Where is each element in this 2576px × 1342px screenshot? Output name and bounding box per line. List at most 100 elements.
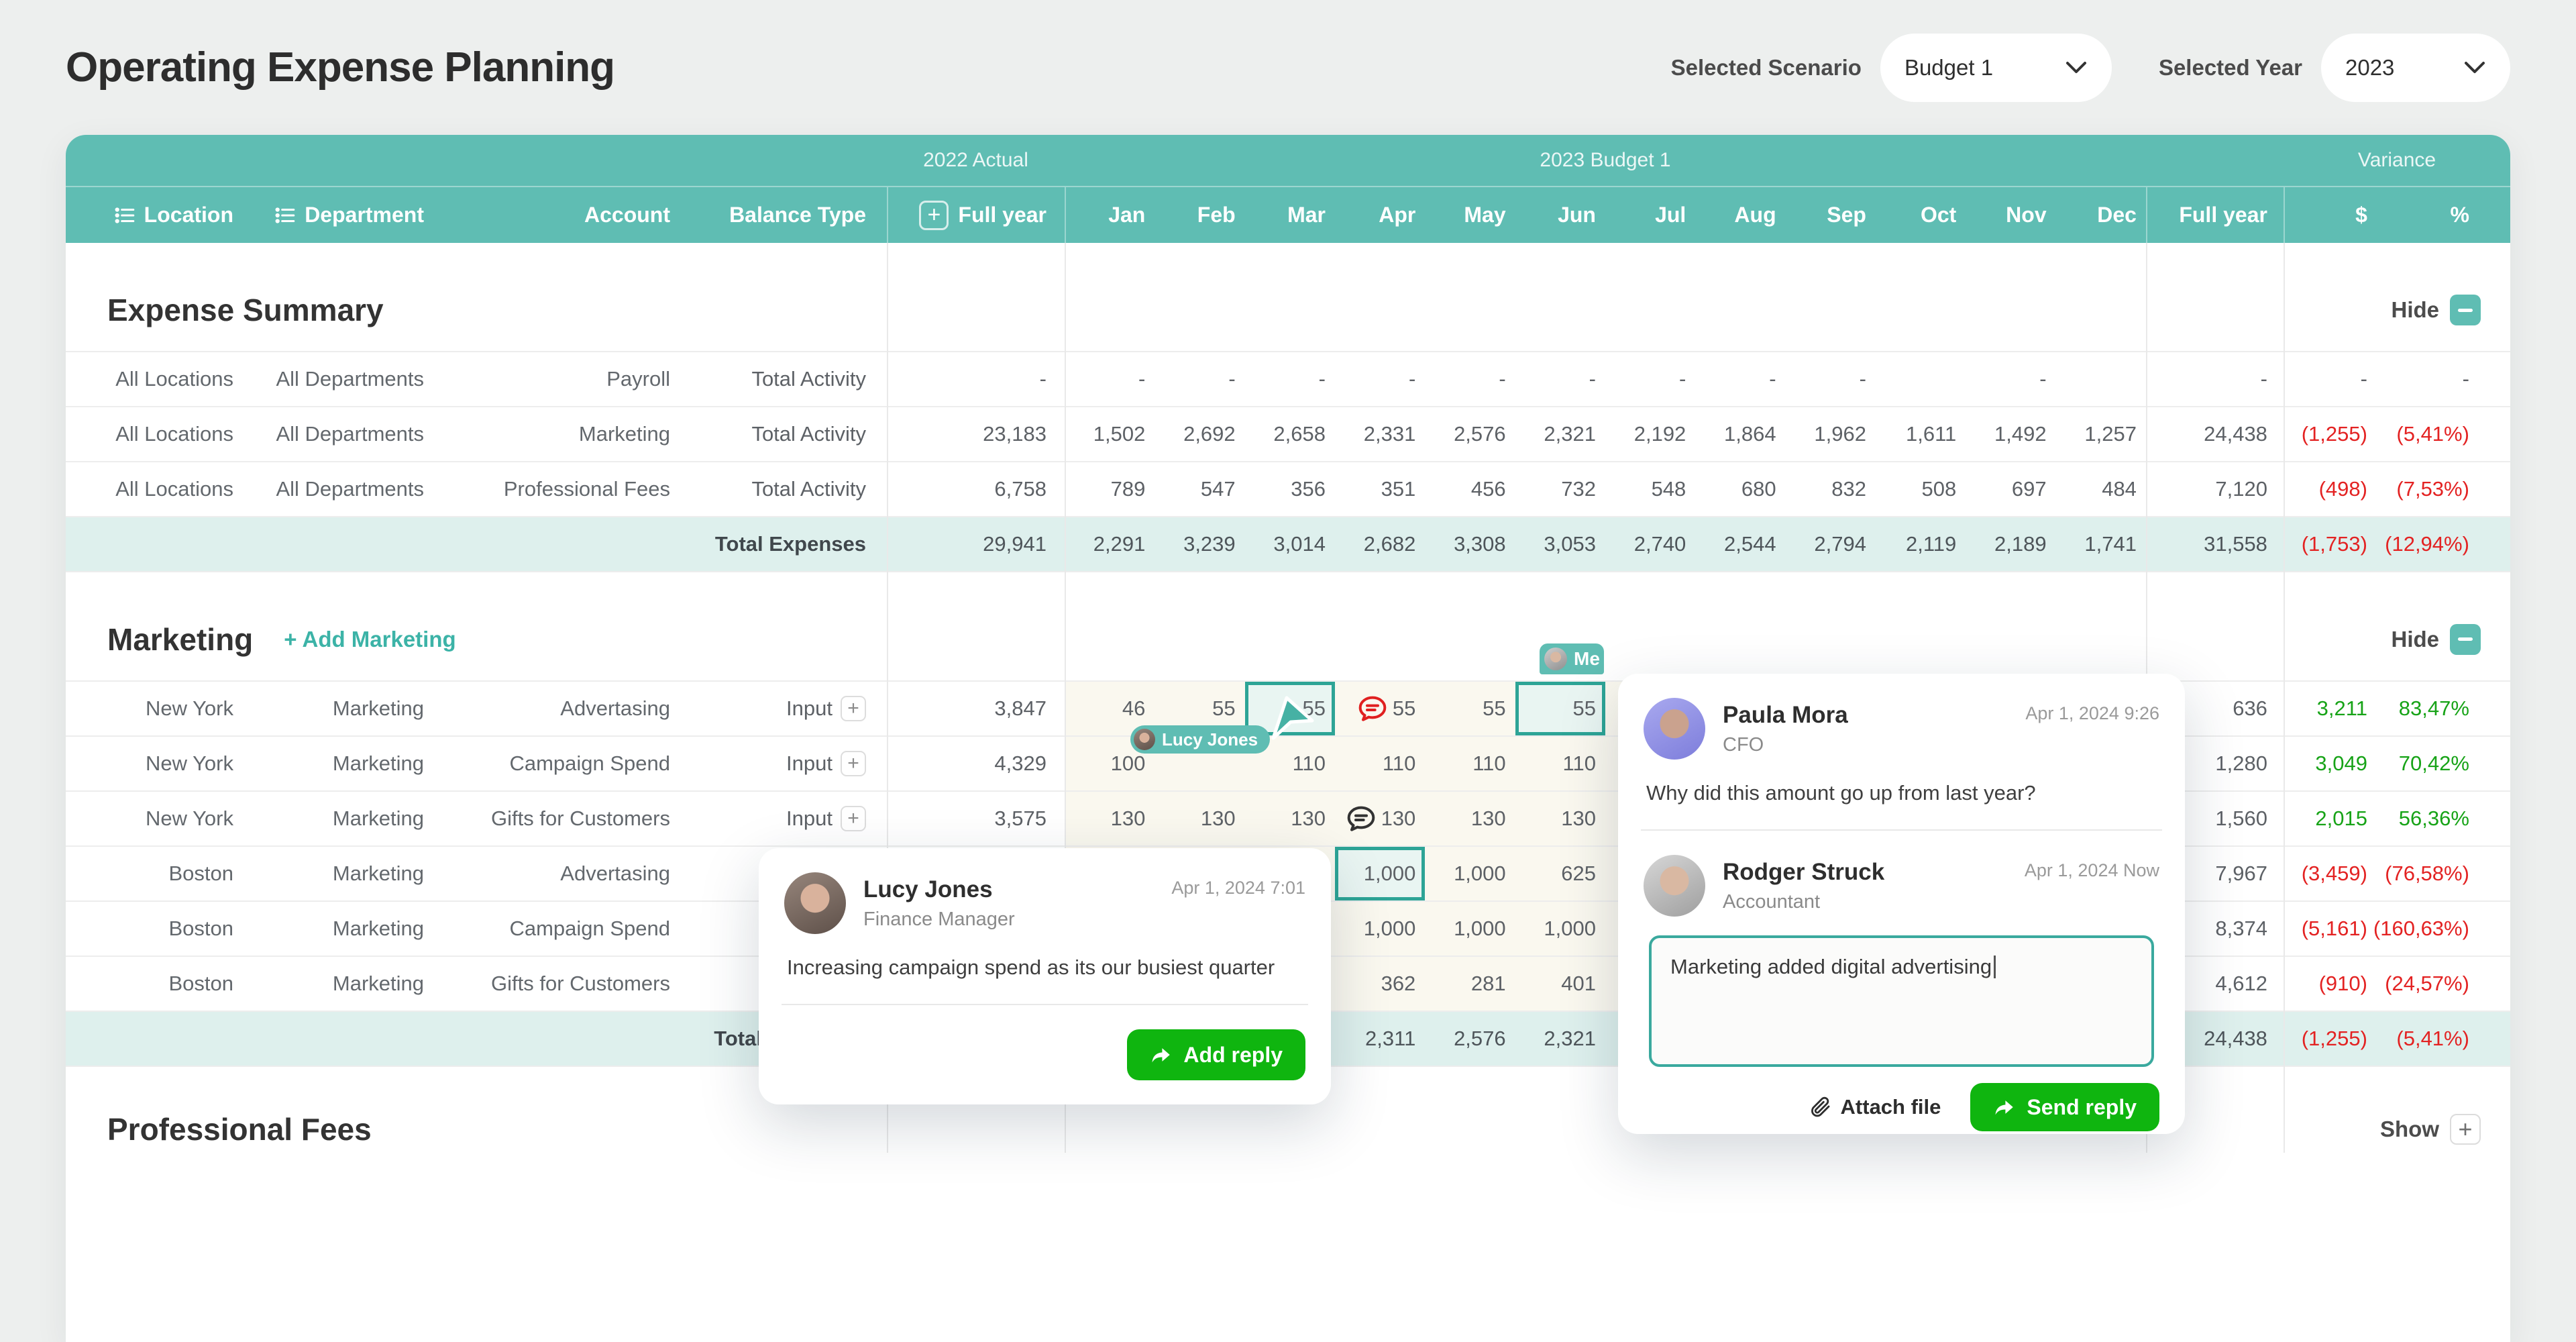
comment-icon	[1358, 695, 1387, 722]
cell-month-apr: -	[1335, 352, 1425, 406]
cell-month-sep: 2,794	[1786, 517, 1876, 571]
cell-month-dec: 1,257	[2056, 407, 2146, 461]
cell-month-feb[interactable]: 130	[1155, 792, 1244, 845]
cell-month-may: 3,308	[1425, 517, 1515, 571]
cell-department: All Departments	[244, 407, 435, 461]
group-header-2023-budget: 2023 Budget 1	[1065, 135, 2146, 186]
cell-account: Gifts for Customers	[435, 792, 681, 845]
show-section-button[interactable]: Show+	[2380, 1114, 2481, 1145]
cell-month-mar[interactable]: 130	[1245, 792, 1335, 845]
cell-month-may[interactable]: 55	[1425, 682, 1515, 735]
cell-month-may[interactable]: 1,000	[1425, 902, 1515, 956]
avatar	[1644, 698, 1705, 760]
cell-month-jul: 548	[1605, 462, 1695, 516]
cell-full-year-actual: 3,847	[887, 682, 1065, 735]
cell-account: Payroll	[435, 352, 681, 406]
cell-month-apr[interactable]: 1,000	[1335, 902, 1425, 956]
cell-month-jun[interactable]: 401	[1515, 957, 1605, 1011]
scenario-label: Selected Scenario	[1671, 55, 1862, 81]
cell-month-jan: -	[1065, 352, 1155, 406]
collaborator-cursor-icon	[1269, 694, 1316, 747]
column-header-apr: Apr	[1335, 187, 1425, 243]
add-row-icon[interactable]: +	[841, 806, 866, 831]
add-reply-button[interactable]: Add reply	[1127, 1029, 1305, 1080]
list-icon	[274, 204, 297, 227]
cell-month-may[interactable]: 281	[1425, 957, 1515, 1011]
cell-variance-dollar: (1,255)	[2284, 407, 2374, 461]
cell-month-jan[interactable]: 130	[1065, 792, 1155, 845]
cell-month-apr: 2,682	[1335, 517, 1425, 571]
cell-variance-percent: (12,94%)	[2374, 517, 2510, 571]
column-header-nov: Nov	[1966, 187, 2055, 243]
table-row: All LocationsAll DepartmentsProfessional…	[66, 461, 2510, 516]
cell-variance-percent: (76,58%)	[2374, 847, 2510, 900]
column-header-department: Department	[244, 187, 435, 243]
cell-month-may[interactable]: 110	[1425, 737, 1515, 790]
hide-section-button[interactable]: Hide	[2391, 295, 2481, 325]
add-marketing-link[interactable]: + Add Marketing	[284, 627, 455, 652]
cell-total-label: Total Expenses	[681, 517, 887, 571]
add-row-icon[interactable]: +	[841, 696, 866, 721]
chevron-down-icon	[2065, 60, 2088, 75]
column-header-full-year-actual: +Full year	[887, 187, 1065, 243]
minus-icon	[2450, 295, 2481, 325]
cell-month-may[interactable]: 1,000	[1425, 847, 1515, 900]
column-header-full-year-budget: Full year	[2146, 187, 2284, 243]
cell-variance-percent: (160,63%)	[2374, 902, 2510, 956]
cell-month-jul: -	[1605, 352, 1695, 406]
text-cursor	[1994, 956, 1996, 978]
scenario-select[interactable]: Budget 1	[1880, 34, 2112, 102]
cell-month-jun[interactable]: 110	[1515, 737, 1605, 790]
cell-month-apr: 2,331	[1335, 407, 1425, 461]
attach-file-button[interactable]: Attach file	[1809, 1095, 1941, 1119]
cell-department: Marketing	[244, 847, 435, 900]
cell-department	[244, 517, 435, 571]
cell-balance-type: Total Activity	[681, 407, 887, 461]
plus-icon: +	[2450, 1114, 2481, 1145]
cell-month-may[interactable]: 130	[1425, 792, 1515, 845]
column-header-variance-percent: %	[2374, 187, 2510, 243]
cell-account: Campaign Spend	[435, 737, 681, 790]
cell-department: All Departments	[244, 462, 435, 516]
group-header-2022-actual: 2022 Actual	[887, 135, 1065, 186]
cell-month-apr[interactable]: 362	[1335, 957, 1425, 1011]
cell-full-year-actual: -	[887, 352, 1065, 406]
page-title: Operating Expense Planning	[66, 44, 614, 91]
cell-month-aug: 680	[1695, 462, 1785, 516]
cell-location: Boston	[66, 902, 244, 956]
paperclip-icon	[1809, 1096, 1831, 1119]
cell-month-jan: 1,502	[1065, 407, 1155, 461]
cell-month-feb: -	[1155, 352, 1244, 406]
cell-month-jun[interactable]: 130	[1515, 792, 1605, 845]
hide-section-button[interactable]: Hide	[2391, 624, 2481, 655]
cell-month-dec: 484	[2056, 462, 2146, 516]
comment-timestamp: Apr 1, 2024 Now	[2025, 860, 2159, 881]
cell-variance-dollar: 3,049	[2284, 737, 2374, 790]
commenter-name: Paula Mora	[1723, 702, 1848, 729]
cell-month-jul: 2,740	[1605, 517, 1695, 571]
cell-location: Boston	[66, 847, 244, 900]
cell-month-apr[interactable]: 110	[1335, 737, 1425, 790]
cell-month-jan: 789	[1065, 462, 1155, 516]
cell-month-jun[interactable]: 625	[1515, 847, 1605, 900]
cell-month-apr[interactable]: 55	[1335, 682, 1425, 735]
comment-icon	[1346, 805, 1376, 832]
cell-month-jun[interactable]: 1,000	[1515, 902, 1605, 956]
cell-month-apr[interactable]: 130	[1335, 792, 1425, 845]
cell-variance-percent: (5,41%)	[2374, 407, 2510, 461]
year-select[interactable]: 2023	[2321, 34, 2510, 102]
year-value: 2023	[2345, 55, 2394, 81]
cell-variance-dollar: (498)	[2284, 462, 2374, 516]
cell-balance-type: Input+	[681, 682, 887, 735]
reply-input[interactable]: Marketing added digital advertising	[1649, 935, 2154, 1067]
send-reply-button[interactable]: Send reply	[1970, 1083, 2159, 1131]
cell-account	[435, 1012, 681, 1066]
cell-month-apr[interactable]: 1,000	[1335, 847, 1425, 900]
column-header-jun: Jun	[1515, 187, 1605, 243]
cell-month-jun[interactable]: 55	[1515, 682, 1605, 735]
cell-variance-percent: (5,41%)	[2374, 1012, 2510, 1066]
add-row-icon[interactable]: +	[841, 751, 866, 776]
cell-variance-percent: 83,47%	[2374, 682, 2510, 735]
cell-account: Gifts for Customers	[435, 957, 681, 1011]
expand-plus-icon[interactable]: +	[919, 201, 949, 230]
